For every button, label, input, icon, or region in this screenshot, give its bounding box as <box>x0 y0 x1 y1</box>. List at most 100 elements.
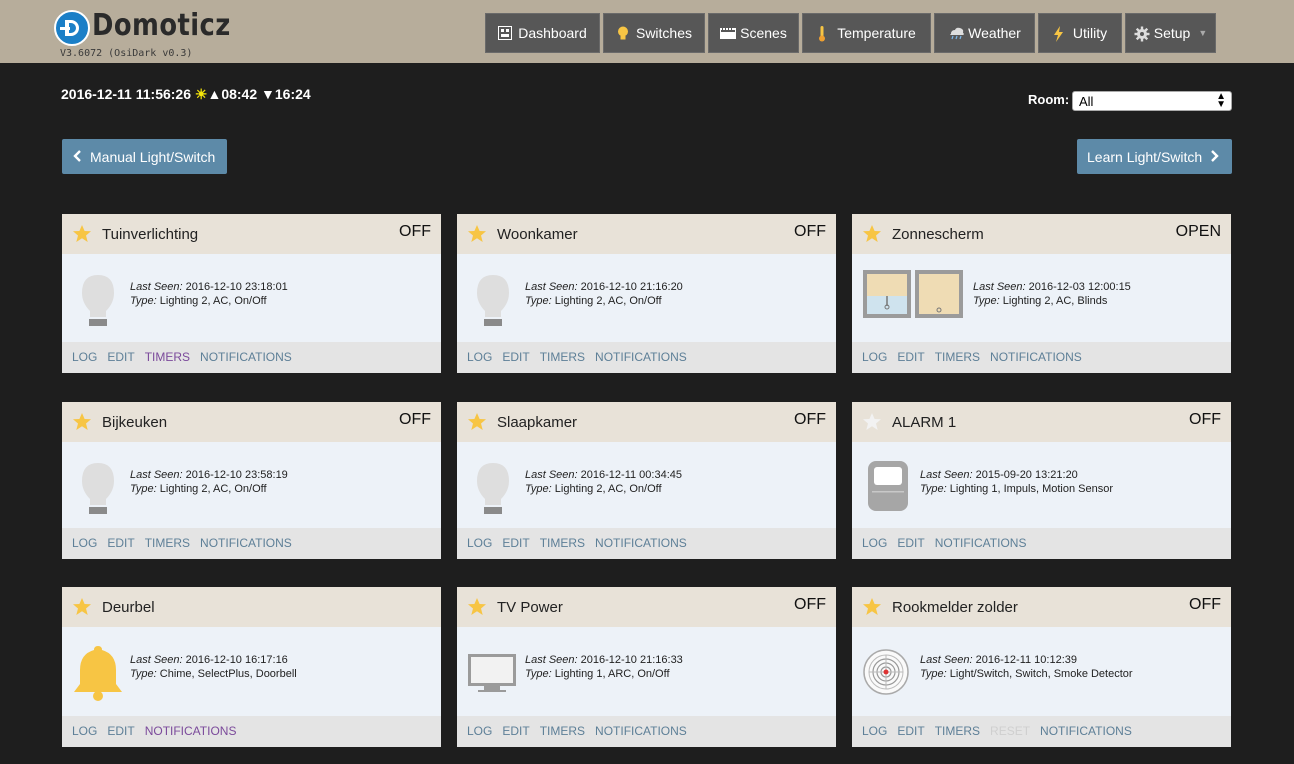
timers-link[interactable]: TIMERS <box>145 536 190 550</box>
device-card-header: Zonnescherm OPEN <box>852 214 1231 254</box>
nav-dashboard-label: Dashboard <box>518 25 587 41</box>
notifications-link[interactable]: NOTIFICATIONS <box>595 350 687 364</box>
notifications-link[interactable]: NOTIFICATIONS <box>145 724 237 738</box>
lightbulb-icon[interactable] <box>72 269 132 329</box>
edit-link[interactable]: EDIT <box>897 350 924 364</box>
room-select[interactable]: All ▲ ▼ <box>1072 91 1232 111</box>
timers-link[interactable]: TIMERS <box>145 350 190 364</box>
notifications-link[interactable]: NOTIFICATIONS <box>595 724 687 738</box>
log-link[interactable]: LOG <box>72 724 97 738</box>
timers-link[interactable]: TIMERS <box>935 350 980 364</box>
log-link[interactable]: LOG <box>72 350 97 364</box>
domoticz-logo[interactable]: Domoticz V3.6072 (OsiDark v0.3) <box>52 8 230 60</box>
last-seen-label: Last Seen: <box>973 281 1026 293</box>
device-card-footer: LOG EDIT TIMERS NOTIFICATIONS <box>457 342 836 373</box>
app-version: V3.6072 (OsiDark v0.3) <box>60 48 193 59</box>
notifications-link[interactable]: NOTIFICATIONS <box>935 536 1027 550</box>
notifications-link[interactable]: NOTIFICATIONS <box>200 350 292 364</box>
timers-link[interactable]: TIMERS <box>540 724 585 738</box>
device-links: LOG EDIT TIMERS NOTIFICATIONS <box>467 536 697 550</box>
edit-link[interactable]: EDIT <box>107 536 134 550</box>
nav-scenes[interactable]: Scenes <box>708 13 799 53</box>
log-link[interactable]: LOG <box>862 350 887 364</box>
notifications-link[interactable]: NOTIFICATIONS <box>1040 724 1132 738</box>
device-card-footer: LOG EDIT TIMERS NOTIFICATIONS <box>457 716 836 747</box>
log-link[interactable]: LOG <box>467 350 492 364</box>
manual-light-switch-button[interactable]: Manual Light/Switch <box>62 139 227 174</box>
sunset-icon: ▼ <box>261 86 275 102</box>
edit-link[interactable]: EDIT <box>897 724 924 738</box>
edit-link[interactable]: EDIT <box>502 724 529 738</box>
last-seen-label: Last Seen: <box>525 281 578 293</box>
favorite-star-icon[interactable] <box>72 597 92 617</box>
lightbulb-icon[interactable] <box>467 457 527 517</box>
favorite-star-icon[interactable] <box>72 224 92 244</box>
favorite-star-icon[interactable] <box>467 224 487 244</box>
log-link[interactable]: LOG <box>467 724 492 738</box>
favorite-star-icon[interactable] <box>467 597 487 617</box>
favorite-star-icon[interactable] <box>862 224 882 244</box>
smoke-detector-icon[interactable] <box>862 642 922 702</box>
type-label: Type: <box>525 295 552 307</box>
nav-utility[interactable]: Utility <box>1038 13 1122 53</box>
favorite-star-icon[interactable] <box>467 412 487 432</box>
device-links: LOG EDIT TIMERS NOTIFICATIONS <box>862 350 1092 364</box>
last-seen-label: Last Seen: <box>525 654 578 666</box>
timers-link[interactable]: TIMERS <box>540 350 585 364</box>
edit-link[interactable]: EDIT <box>502 536 529 550</box>
edit-link[interactable]: EDIT <box>107 724 134 738</box>
gear-icon <box>1134 26 1150 42</box>
thermometer-icon <box>817 26 831 42</box>
device-status: OFF <box>1189 411 1221 428</box>
nav-switches[interactable]: Switches <box>603 13 705 53</box>
lightbulb-icon[interactable] <box>467 269 527 329</box>
log-link[interactable]: LOG <box>862 724 887 738</box>
device-status: OFF <box>399 223 431 240</box>
manual-light-switch-label: Manual Light/Switch <box>90 148 216 165</box>
favorite-star-icon[interactable] <box>862 597 882 617</box>
log-link[interactable]: LOG <box>862 536 887 550</box>
device-name: Deurbel <box>102 599 155 616</box>
device-card-header: Rookmelder zolder OFF <box>852 587 1231 627</box>
favorite-star-icon[interactable] <box>72 412 92 432</box>
favorite-star-icon[interactable] <box>862 412 882 432</box>
type-label: Type: <box>973 295 1000 307</box>
device-name: ALARM 1 <box>892 414 957 431</box>
motion-sensor-icon[interactable] <box>862 457 922 517</box>
type-value: Lighting 1, Impuls, Motion Sensor <box>949 483 1114 495</box>
device-card-header: Deurbel <box>62 587 441 627</box>
nav-utility-label: Utility <box>1072 25 1108 41</box>
lightbulb-icon[interactable] <box>72 457 132 517</box>
tv-icon[interactable] <box>467 642 527 702</box>
device-card: Deurbel Last Seen: 2016-12-10 16:17:16 Typ… <box>62 587 441 747</box>
notifications-link[interactable]: NOTIFICATIONS <box>200 536 292 550</box>
edit-link[interactable]: EDIT <box>502 350 529 364</box>
notifications-link[interactable]: NOTIFICATIONS <box>595 536 687 550</box>
log-link[interactable]: LOG <box>72 536 97 550</box>
nav-dashboard[interactable]: Dashboard <box>485 13 600 53</box>
learn-light-switch-button[interactable]: Learn Light/Switch <box>1077 139 1232 174</box>
blinds-icon[interactable] <box>862 269 966 329</box>
timers-link[interactable]: TIMERS <box>540 536 585 550</box>
device-status: OFF <box>1189 596 1221 613</box>
chevron-down-icon: ▼ <box>1198 28 1208 38</box>
last-seen-value: 2016-12-10 16:17:16 <box>185 654 288 666</box>
type-value: Lighting 2, AC, On/Off <box>159 483 267 495</box>
last-seen-value: 2016-12-10 21:16:20 <box>580 281 683 293</box>
nav-weather[interactable]: Weather <box>934 13 1035 53</box>
device-name: Rookmelder zolder <box>892 599 1018 616</box>
edit-link[interactable]: EDIT <box>897 536 924 550</box>
bell-icon[interactable] <box>72 642 132 702</box>
notifications-link[interactable]: NOTIFICATIONS <box>990 350 1082 364</box>
timers-link[interactable]: TIMERS <box>935 724 980 738</box>
clapperboard-icon <box>720 26 737 40</box>
nav-weather-label: Weather <box>968 25 1021 41</box>
reset-link[interactable]: RESET <box>990 724 1030 738</box>
nav-setup[interactable]: Setup ▼ <box>1125 13 1216 53</box>
nav-temperature[interactable]: Temperature <box>802 13 931 53</box>
edit-link[interactable]: EDIT <box>107 350 134 364</box>
log-link[interactable]: LOG <box>467 536 492 550</box>
sunrise-icon: ▲ <box>207 86 222 102</box>
device-name: Bijkeuken <box>102 414 168 431</box>
device-card-header: Woonkamer OFF <box>457 214 836 254</box>
